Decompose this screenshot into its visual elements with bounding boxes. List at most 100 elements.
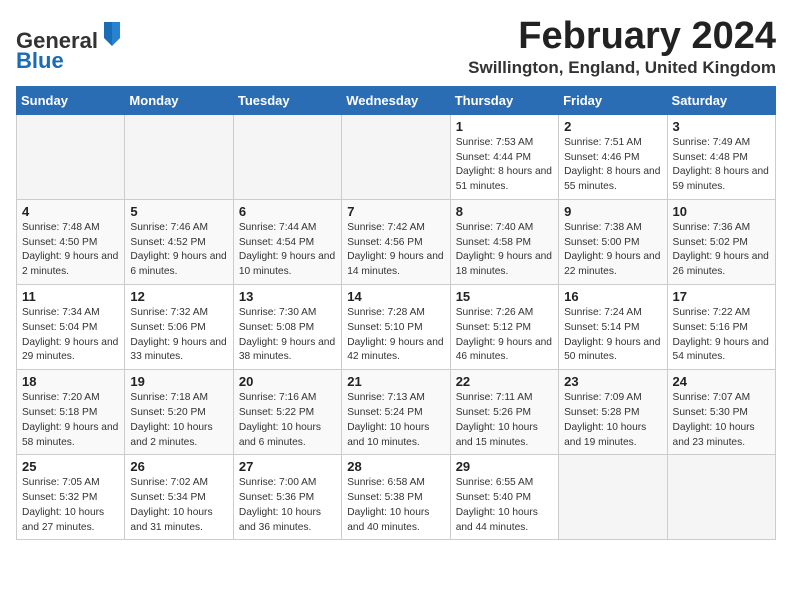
weekday-header-row: SundayMondayTuesdayWednesdayThursdayFrid… (17, 86, 776, 114)
title-area: February 2024 Swillington, England, Unit… (468, 16, 776, 78)
day-number: 5 (130, 204, 227, 219)
day-number: 17 (673, 289, 770, 304)
weekday-header-wednesday: Wednesday (342, 86, 450, 114)
day-number: 29 (456, 459, 553, 474)
week-row-2: 11 Sunrise: 7:34 AM Sunset: 5:04 PM Dayli… (17, 285, 776, 370)
calendar-cell: 3 Sunrise: 7:49 AM Sunset: 4:48 PM Daylig… (667, 114, 775, 199)
calendar-cell: 8 Sunrise: 7:40 AM Sunset: 4:58 PM Daylig… (450, 199, 558, 284)
day-number: 21 (347, 374, 444, 389)
calendar-cell (233, 114, 341, 199)
calendar-title: February 2024 (468, 16, 776, 58)
day-info: Sunrise: 7:48 AM Sunset: 4:50 PM Dayligh… (22, 221, 119, 280)
weekday-header-tuesday: Tuesday (233, 86, 341, 114)
calendar-cell: 1Sunrise: 7:53 AM Sunset: 4:44 PM Daylig… (450, 114, 558, 199)
header: General Blue February 2024 Swillington, … (16, 16, 776, 78)
day-info: Sunrise: 7:44 AM Sunset: 4:54 PM Dayligh… (239, 221, 336, 280)
day-number: 18 (22, 374, 119, 389)
day-info: Sunrise: 7:05 AM Sunset: 5:32 PM Dayligh… (22, 476, 119, 535)
day-info: Sunrise: 7:22 AM Sunset: 5:16 PM Dayligh… (673, 306, 770, 365)
day-number: 26 (130, 459, 227, 474)
day-info: Sunrise: 7:13 AM Sunset: 5:24 PM Dayligh… (347, 391, 444, 450)
day-info: Sunrise: 7:40 AM Sunset: 4:58 PM Dayligh… (456, 221, 553, 280)
day-info: Sunrise: 7:09 AM Sunset: 5:28 PM Dayligh… (564, 391, 661, 450)
calendar-cell: 18 Sunrise: 7:20 AM Sunset: 5:18 PM Dayli… (17, 370, 125, 455)
day-info: Sunrise: 7:32 AM Sunset: 5:06 PM Dayligh… (130, 306, 227, 365)
calendar-cell: 16Sunrise: 7:24 AM Sunset: 5:14 PM Dayli… (559, 285, 667, 370)
calendar-cell: 28 Sunrise: 6:58 AM Sunset: 5:38 PM Dayli… (342, 455, 450, 540)
weekday-header-monday: Monday (125, 86, 233, 114)
calendar-cell (342, 114, 450, 199)
day-number: 13 (239, 289, 336, 304)
calendar-cell: 13 Sunrise: 7:30 AM Sunset: 5:08 PM Dayli… (233, 285, 341, 370)
calendar-cell: 29 Sunrise: 6:55 AM Sunset: 5:40 PM Dayli… (450, 455, 558, 540)
week-row-0: 1Sunrise: 7:53 AM Sunset: 4:44 PM Daylig… (17, 114, 776, 199)
day-info: Sunrise: 7:51 AM Sunset: 4:46 PM Dayligh… (564, 136, 661, 195)
day-number: 20 (239, 374, 336, 389)
calendar-cell: 11 Sunrise: 7:34 AM Sunset: 5:04 PM Dayli… (17, 285, 125, 370)
calendar-cell (559, 455, 667, 540)
day-info: Sunrise: 7:24 AM Sunset: 5:14 PM Dayligh… (564, 306, 661, 365)
day-number: 3 (673, 119, 770, 134)
week-row-1: 4Sunrise: 7:48 AM Sunset: 4:50 PM Daylig… (17, 199, 776, 284)
day-number: 11 (22, 289, 119, 304)
day-number: 1 (456, 119, 553, 134)
calendar-cell: 5 Sunrise: 7:46 AM Sunset: 4:52 PM Daylig… (125, 199, 233, 284)
day-number: 23 (564, 374, 661, 389)
day-number: 9 (564, 204, 661, 219)
day-info: Sunrise: 7:34 AM Sunset: 5:04 PM Dayligh… (22, 306, 119, 365)
day-info: Sunrise: 6:55 AM Sunset: 5:40 PM Dayligh… (456, 476, 553, 535)
day-info: Sunrise: 6:58 AM Sunset: 5:38 PM Dayligh… (347, 476, 444, 535)
day-number: 14 (347, 289, 444, 304)
day-info: Sunrise: 7:30 AM Sunset: 5:08 PM Dayligh… (239, 306, 336, 365)
weekday-header-sunday: Sunday (17, 86, 125, 114)
calendar-cell: 10 Sunrise: 7:36 AM Sunset: 5:02 PM Dayli… (667, 199, 775, 284)
calendar-cell: 21 Sunrise: 7:13 AM Sunset: 5:24 PM Dayli… (342, 370, 450, 455)
day-number: 15 (456, 289, 553, 304)
day-info: Sunrise: 7:02 AM Sunset: 5:34 PM Dayligh… (130, 476, 227, 535)
calendar-cell: 15 Sunrise: 7:26 AM Sunset: 5:12 PM Dayli… (450, 285, 558, 370)
day-number: 6 (239, 204, 336, 219)
day-info: Sunrise: 7:49 AM Sunset: 4:48 PM Dayligh… (673, 136, 770, 195)
calendar-cell: 9 Sunrise: 7:38 AM Sunset: 5:00 PM Daylig… (559, 199, 667, 284)
calendar-cell: 23 Sunrise: 7:09 AM Sunset: 5:28 PM Dayli… (559, 370, 667, 455)
calendar-cell: 14 Sunrise: 7:28 AM Sunset: 5:10 PM Dayli… (342, 285, 450, 370)
day-number: 25 (22, 459, 119, 474)
day-info: Sunrise: 7:38 AM Sunset: 5:00 PM Dayligh… (564, 221, 661, 280)
day-info: Sunrise: 7:42 AM Sunset: 4:56 PM Dayligh… (347, 221, 444, 280)
day-info: Sunrise: 7:18 AM Sunset: 5:20 PM Dayligh… (130, 391, 227, 450)
calendar-cell (17, 114, 125, 199)
day-info: Sunrise: 7:36 AM Sunset: 5:02 PM Dayligh… (673, 221, 770, 280)
calendar-cell: 20Sunrise: 7:16 AM Sunset: 5:22 PM Dayli… (233, 370, 341, 455)
calendar-subtitle: Swillington, England, United Kingdom (468, 58, 776, 78)
calendar-cell: 2 Sunrise: 7:51 AM Sunset: 4:46 PM Daylig… (559, 114, 667, 199)
day-number: 8 (456, 204, 553, 219)
day-number: 27 (239, 459, 336, 474)
day-info: Sunrise: 7:46 AM Sunset: 4:52 PM Dayligh… (130, 221, 227, 280)
calendar-cell: 24Sunrise: 7:07 AM Sunset: 5:30 PM Dayli… (667, 370, 775, 455)
calendar-cell: 6 Sunrise: 7:44 AM Sunset: 4:54 PM Daylig… (233, 199, 341, 284)
calendar-cell: 4Sunrise: 7:48 AM Sunset: 4:50 PM Daylig… (17, 199, 125, 284)
logo: General Blue (16, 20, 124, 73)
calendar-cell: 17 Sunrise: 7:22 AM Sunset: 5:16 PM Dayli… (667, 285, 775, 370)
logo-icon (100, 20, 122, 48)
calendar-cell: 19Sunrise: 7:18 AM Sunset: 5:20 PM Dayli… (125, 370, 233, 455)
day-number: 28 (347, 459, 444, 474)
logo-blue-text: Blue (16, 48, 64, 73)
calendar-cell: 22Sunrise: 7:11 AM Sunset: 5:26 PM Dayli… (450, 370, 558, 455)
calendar-cell (125, 114, 233, 199)
calendar-cell: 25 Sunrise: 7:05 AM Sunset: 5:32 PM Dayli… (17, 455, 125, 540)
calendar-cell: 7Sunrise: 7:42 AM Sunset: 4:56 PM Daylig… (342, 199, 450, 284)
day-info: Sunrise: 7:28 AM Sunset: 5:10 PM Dayligh… (347, 306, 444, 365)
day-info: Sunrise: 7:00 AM Sunset: 5:36 PM Dayligh… (239, 476, 336, 535)
day-number: 12 (130, 289, 227, 304)
day-info: Sunrise: 7:20 AM Sunset: 5:18 PM Dayligh… (22, 391, 119, 450)
day-number: 2 (564, 119, 661, 134)
week-row-4: 25 Sunrise: 7:05 AM Sunset: 5:32 PM Dayli… (17, 455, 776, 540)
week-row-3: 18 Sunrise: 7:20 AM Sunset: 5:18 PM Dayli… (17, 370, 776, 455)
calendar-cell: 27 Sunrise: 7:00 AM Sunset: 5:36 PM Dayli… (233, 455, 341, 540)
calendar-table: SundayMondayTuesdayWednesdayThursdayFrid… (16, 86, 776, 541)
day-number: 10 (673, 204, 770, 219)
day-info: Sunrise: 7:26 AM Sunset: 5:12 PM Dayligh… (456, 306, 553, 365)
weekday-header-thursday: Thursday (450, 86, 558, 114)
calendar-cell: 12 Sunrise: 7:32 AM Sunset: 5:06 PM Dayli… (125, 285, 233, 370)
